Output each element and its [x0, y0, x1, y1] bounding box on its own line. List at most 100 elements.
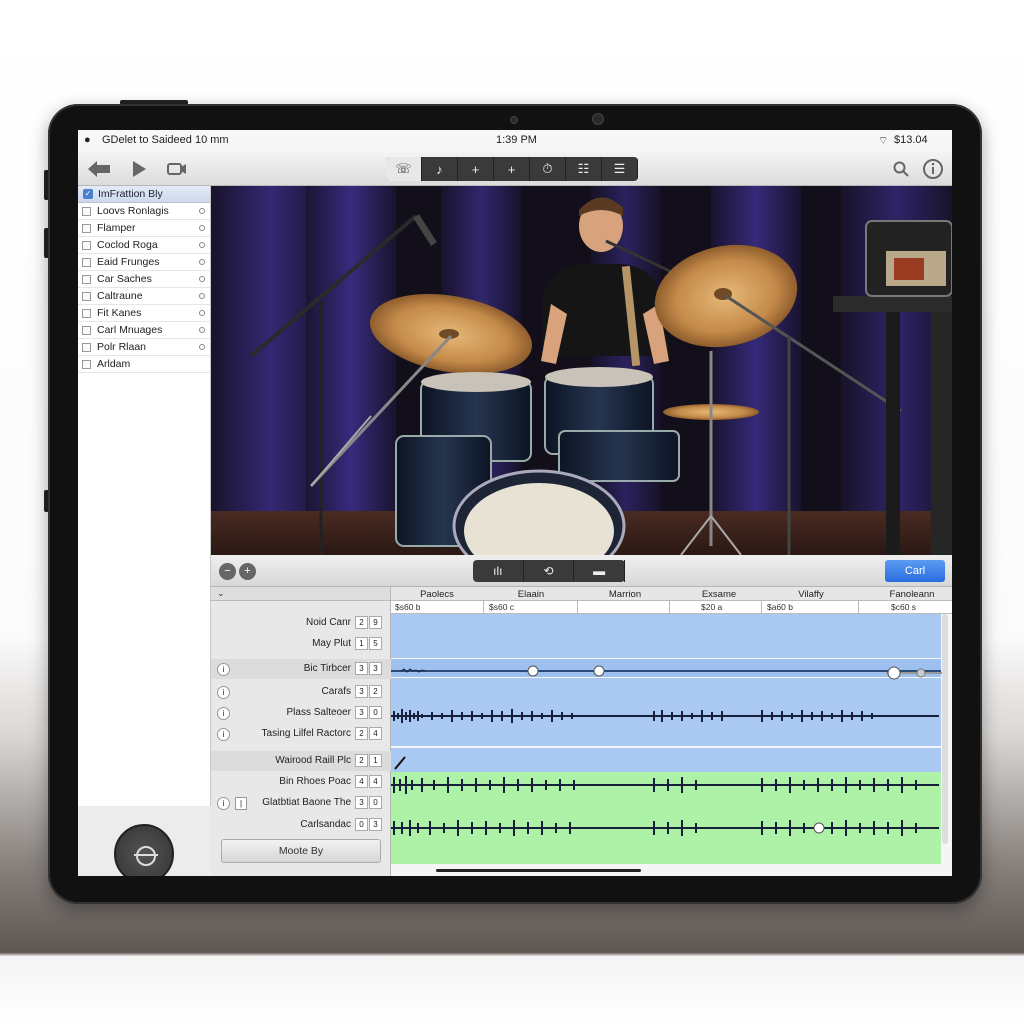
radio-icon[interactable] — [199, 276, 205, 282]
metronome-icon[interactable]: ⏱ — [530, 157, 566, 181]
track-value-1[interactable]: 3 — [355, 706, 368, 719]
track-row[interactable]: i Plass Salteoer 3 0 — [211, 703, 391, 723]
plus-icon[interactable]: + — [494, 157, 530, 181]
sidebar-item[interactable]: Fit Kanes — [78, 305, 210, 322]
automation-point[interactable] — [593, 665, 605, 677]
hat-icon[interactable]: ☏ — [386, 157, 422, 181]
check-icon: ✓ — [83, 189, 93, 199]
back-icon[interactable] — [84, 158, 114, 180]
slider-knob[interactable] — [887, 666, 901, 680]
track-row[interactable]: i | Glatbtiat Baone The 3 0 — [211, 793, 391, 813]
front-camera — [592, 113, 604, 125]
sidebar-item[interactable]: Flamper — [78, 220, 210, 237]
loop-icon[interactable]: ⟲ — [524, 560, 575, 582]
track-row[interactable]: Noid Canr 2 9 — [211, 613, 391, 633]
radio-icon[interactable] — [199, 225, 205, 231]
track-value-2[interactable]: 1 — [369, 754, 382, 767]
sidebar-item[interactable]: Caltraune — [78, 288, 210, 305]
sidebar-item[interactable]: Carl Mnuages — [78, 322, 210, 339]
menu-icon[interactable]: ▬ — [574, 560, 626, 582]
track-value-2[interactable]: 3 — [369, 818, 382, 831]
sidebar-item[interactable]: Coclod Roga — [78, 237, 210, 254]
track-value-2[interactable]: 9 — [369, 616, 382, 629]
checkbox[interactable] — [82, 223, 91, 233]
checkbox[interactable] — [82, 342, 91, 352]
track-value-2[interactable]: 3 — [369, 662, 382, 675]
checkbox[interactable] — [82, 291, 91, 301]
automation-point[interactable] — [527, 665, 539, 677]
sidebar-item[interactable]: Polr Rlaan — [78, 339, 210, 356]
track-value-1[interactable]: 3 — [355, 796, 368, 809]
track-value-1[interactable]: 2 — [355, 727, 368, 740]
sidebar-item[interactable]: Car Saches — [78, 271, 210, 288]
track-value-2[interactable]: 4 — [369, 727, 382, 740]
radio-icon[interactable] — [199, 259, 205, 265]
track-row[interactable]: i Tasing Lilfel Ractorc 2 4 — [211, 724, 391, 744]
checkbox[interactable] — [82, 308, 91, 318]
vertical-scrollbar[interactable] — [942, 614, 948, 844]
play-icon[interactable] — [128, 158, 150, 180]
checkbox[interactable] — [82, 359, 91, 369]
radio-icon[interactable] — [199, 242, 205, 248]
plus-icon[interactable]: + — [458, 157, 494, 181]
sidebar-header[interactable]: ✓ ImFrattion Bly — [78, 186, 210, 203]
radio-icon[interactable] — [199, 344, 205, 350]
track-value-1[interactable]: 0 — [355, 818, 368, 831]
track-value-2[interactable]: 4 — [369, 775, 382, 788]
info-icon[interactable] — [922, 158, 944, 180]
track-row[interactable]: May Plut 1 5 — [211, 634, 391, 654]
track-value-2[interactable]: 5 — [369, 637, 382, 650]
sidebar-item[interactable]: Arldam — [78, 356, 210, 373]
track-name: Bin Rhoes Poac — [279, 776, 351, 787]
track-value-2[interactable]: 0 — [369, 706, 382, 719]
track-value-1[interactable]: 3 — [355, 685, 368, 698]
track-value-2[interactable]: 2 — [369, 685, 382, 698]
mode-button[interactable]: Moote By — [221, 839, 381, 863]
checkbox[interactable] — [82, 274, 91, 284]
radio-icon[interactable] — [199, 327, 205, 333]
radio-icon[interactable] — [199, 310, 205, 316]
track-value-1[interactable]: 1 — [355, 637, 368, 650]
info-icon[interactable]: i — [217, 686, 230, 699]
mixer-icon[interactable]: ☷ — [566, 157, 602, 181]
sidebar-item[interactable]: Eaid Frunges — [78, 254, 210, 271]
checkbox[interactable] — [82, 325, 91, 335]
slider-knob[interactable] — [916, 668, 926, 678]
playhead-knob[interactable] — [813, 822, 825, 834]
chevron-down-icon[interactable]: ⌄ — [217, 588, 225, 599]
track-value-1[interactable]: 2 — [355, 616, 368, 629]
video-preview[interactable] — [211, 186, 952, 555]
checkbox[interactable] — [82, 240, 91, 250]
camera-icon[interactable] — [166, 158, 188, 180]
radio-icon[interactable] — [199, 208, 205, 214]
track-row[interactable]: Bin Rhoes Poac 4 4 — [211, 772, 391, 792]
sidebar-item[interactable]: Loovs Ronlagis — [78, 203, 210, 220]
checkbox[interactable] — [82, 206, 91, 216]
waveform-icon[interactable]: ılı — [473, 560, 524, 582]
info-icon[interactable]: i — [217, 728, 230, 741]
card-button[interactable]: Carl — [885, 560, 945, 582]
search-icon[interactable] — [890, 158, 912, 180]
bar-icon[interactable]: | — [235, 797, 247, 810]
track-row[interactable]: Carlsandac 0 3 — [211, 815, 391, 835]
track-value-2[interactable]: 0 — [369, 796, 382, 809]
sidebar-item-label: Polr Rlaan — [97, 341, 147, 353]
horizontal-scrollbar[interactable] — [436, 869, 641, 872]
track-value-1[interactable]: 3 — [355, 662, 368, 675]
track-name: Carlsandac — [300, 819, 351, 830]
track-row[interactable]: i Bic Tirbcer 3 3 — [211, 659, 391, 679]
track-value-1[interactable]: 2 — [355, 754, 368, 767]
track-row[interactable]: i Carafs 3 2 — [211, 682, 391, 702]
info-icon[interactable]: i — [217, 663, 230, 676]
list-icon[interactable]: ☰ — [602, 157, 638, 181]
minus-icon[interactable]: − — [219, 563, 236, 580]
track-row[interactable]: Wairood Raill Plc 2 1 — [211, 751, 391, 771]
note-icon[interactable]: ♪ — [422, 157, 458, 181]
record-button[interactable] — [114, 824, 174, 876]
add-icon[interactable]: + — [239, 563, 256, 580]
track-value-1[interactable]: 4 — [355, 775, 368, 788]
checkbox[interactable] — [82, 257, 91, 267]
info-icon[interactable]: i — [217, 707, 230, 720]
info-icon[interactable]: i — [217, 797, 230, 810]
radio-icon[interactable] — [199, 293, 205, 299]
